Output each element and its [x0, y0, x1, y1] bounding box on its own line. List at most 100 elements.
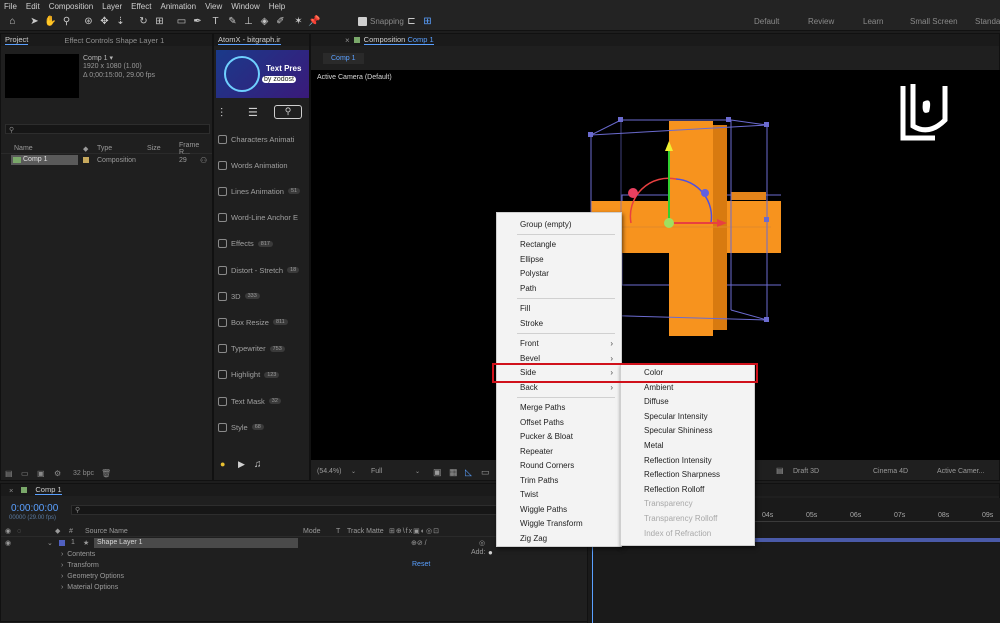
submenu-item[interactable]: Color — [621, 366, 754, 380]
context-menu-item[interactable]: Twist — [497, 488, 621, 502]
dolly-tool-icon[interactable]: ⇣ — [114, 15, 127, 28]
zoom-chevron-icon[interactable]: ⌄ — [351, 468, 356, 475]
workspace-standard[interactable]: Standard — [975, 17, 1000, 26]
atomx-category-item[interactable]: Lines Animation 51 — [218, 183, 310, 199]
renderer-select[interactable]: Cinema 4D — [873, 468, 908, 475]
submenu-item[interactable]: Diffuse — [621, 395, 754, 409]
context-menu-item[interactable]: Round Corners — [497, 459, 621, 473]
rectangle-tool-icon[interactable]: ▭ — [175, 15, 188, 28]
tab-timeline-comp[interactable]: Comp 1 — [35, 485, 62, 495]
close-timeline-tab-icon[interactable]: × — [9, 486, 13, 495]
camera-select[interactable]: Active Camer... — [937, 468, 984, 475]
rotate-tool-icon[interactable]: ↻ — [137, 15, 150, 28]
menu-window[interactable]: Window — [231, 2, 259, 11]
atomx-category-item[interactable]: Box Resize 811 — [218, 314, 310, 330]
bit-depth-label[interactable]: 32 bpc — [73, 470, 94, 477]
atomx-category-item[interactable]: Characters Animati — [218, 131, 310, 147]
trash-icon[interactable]: 🗑 — [101, 469, 111, 478]
prop-geometry-row[interactable]: › Geometry Options — [61, 571, 124, 582]
tab-atomx[interactable]: AtomX - bitgraph.ir — [218, 35, 281, 45]
add-circle-icon[interactable]: ● — [488, 548, 493, 557]
submenu-item[interactable]: Reflection Intensity — [621, 454, 754, 468]
context-menu-item[interactable]: Merge Paths — [497, 401, 621, 415]
context-menu-item[interactable]: Trim Paths — [497, 474, 621, 488]
layer-name[interactable]: Shape Layer 1 — [94, 537, 298, 548]
atomx-category-item[interactable]: Style 68 — [218, 419, 310, 435]
close-tab-icon[interactable]: × — [345, 36, 350, 45]
selection-tool-icon[interactable]: ➤ — [28, 15, 41, 28]
layer-switches-icon[interactable]: ⊕⊘ / — [411, 539, 427, 547]
reset-link[interactable]: Reset — [412, 561, 430, 568]
context-menu-item[interactable]: Bevel › — [497, 352, 621, 366]
menu-help[interactable]: Help — [269, 2, 285, 11]
bulb-icon[interactable]: ● — [220, 459, 225, 469]
atomx-category-item[interactable]: Word-Line Anchor E — [218, 210, 310, 226]
context-menu-item[interactable]: Fill — [497, 302, 621, 316]
source-name-header[interactable]: Source Name — [85, 528, 128, 535]
tab-project[interactable]: Project — [5, 35, 29, 45]
play-icon[interactable]: ▶ — [238, 459, 245, 470]
comp-subtab[interactable]: Comp 1 — [323, 53, 364, 64]
anchor-tool-icon[interactable]: ⊞ — [153, 15, 166, 28]
tab-effect-controls[interactable]: Effect Controls Shape Layer 1 — [64, 36, 164, 45]
workspace-learn[interactable]: Learn — [863, 17, 883, 26]
workspace-review[interactable]: Review — [808, 17, 834, 26]
column-frame-rate[interactable]: Frame R... — [179, 142, 212, 156]
layer-parent-icon[interactable]: ◎ — [479, 539, 485, 547]
prop-contents-row[interactable]: › Contents — [61, 549, 95, 560]
hand-tool-icon[interactable]: ✋ — [44, 15, 57, 28]
region-icon[interactable]: ▣ — [433, 467, 442, 478]
context-menu-item[interactable]: Pucker & Bloat — [497, 430, 621, 444]
atomx-category-item[interactable]: Words Animation — [218, 157, 310, 173]
atomx-banner[interactable]: Text Pres by zodost — [216, 50, 309, 98]
resolution-chevron-icon[interactable]: ⌄ — [415, 468, 420, 475]
atomx-search-icon[interactable]: ⚲ — [274, 105, 302, 119]
eraser-tool-icon[interactable]: ◈ — [258, 15, 271, 28]
atomx-category-item[interactable]: Distort - Stretch 18 — [218, 262, 310, 278]
menu-composition[interactable]: Composition — [49, 2, 93, 11]
pan-tool-icon[interactable]: ✥ — [98, 15, 111, 28]
comp-name[interactable]: Comp 1 ▾ — [83, 54, 113, 62]
context-menu-item[interactable]: Offset Paths — [497, 416, 621, 430]
clone-tool-icon[interactable]: ⊥ — [242, 15, 255, 28]
atomx-category-item[interactable]: Typewriter 753 — [218, 341, 310, 357]
pen-tool-icon[interactable]: ✒ — [191, 15, 204, 28]
menu-view[interactable]: View — [205, 2, 222, 11]
flowchart-icon[interactable]: ⚇ — [200, 156, 207, 165]
prop-transform-row[interactable]: › Transform — [61, 560, 99, 571]
new-folder-icon[interactable]: ▭ — [21, 469, 29, 478]
column-name[interactable]: Name — [14, 145, 33, 152]
context-menu-item[interactable]: Polystar — [497, 267, 621, 281]
menu-layer[interactable]: Layer — [102, 2, 122, 11]
context-menu-item[interactable]: Group (empty) — [497, 218, 621, 232]
context-menu-item[interactable]: Wiggle Paths — [497, 503, 621, 517]
submenu-item[interactable]: Reflection Sharpness — [621, 468, 754, 482]
atomx-category-item[interactable]: Effects 817 — [218, 236, 310, 252]
context-menu-item[interactable]: Rectangle — [497, 238, 621, 252]
layer-visibility-icon[interactable]: ◉ — [5, 539, 11, 547]
tab-composition[interactable]: Composition Comp 1 — [363, 35, 434, 45]
layer-label-swatch[interactable] — [59, 540, 65, 546]
column-size[interactable]: Size — [147, 145, 161, 152]
atomx-category-item[interactable]: Text Mask 32 — [218, 393, 310, 409]
context-menu-item[interactable]: Zig Zag — [497, 532, 621, 546]
pin-tool-icon[interactable]: 📌 — [308, 15, 321, 28]
context-menu-item[interactable]: Path — [497, 282, 621, 296]
expand-icon[interactable]: › — [61, 584, 63, 591]
mode-header[interactable]: Mode — [303, 528, 321, 535]
sliders-icon[interactable]: ⫶ — [220, 106, 223, 121]
project-settings-icon[interactable]: ⚙ — [54, 469, 61, 478]
mask-icon[interactable]: ◺ — [465, 467, 472, 478]
atomx-category-item[interactable]: 3D 333 — [218, 288, 310, 304]
interpret-footage-icon[interactable]: ▤ — [5, 469, 13, 478]
timecode[interactable]: 0:00:00:00 — [11, 503, 58, 514]
workspace-default[interactable]: Default — [754, 17, 779, 26]
submenu-item[interactable]: Specular Intensity — [621, 410, 754, 424]
context-menu-item[interactable]: Repeater — [497, 445, 621, 459]
menu-edit[interactable]: Edit — [26, 2, 40, 11]
submenu-item[interactable]: Specular Shininess — [621, 424, 754, 438]
submenu-item[interactable]: Reflection Rolloff — [621, 483, 754, 497]
project-item-row[interactable]: Comp 1 Composition 29 ⚇ — [1, 155, 212, 165]
menu-effect[interactable]: Effect — [131, 2, 151, 11]
list-icon[interactable]: ☰ — [248, 106, 258, 119]
